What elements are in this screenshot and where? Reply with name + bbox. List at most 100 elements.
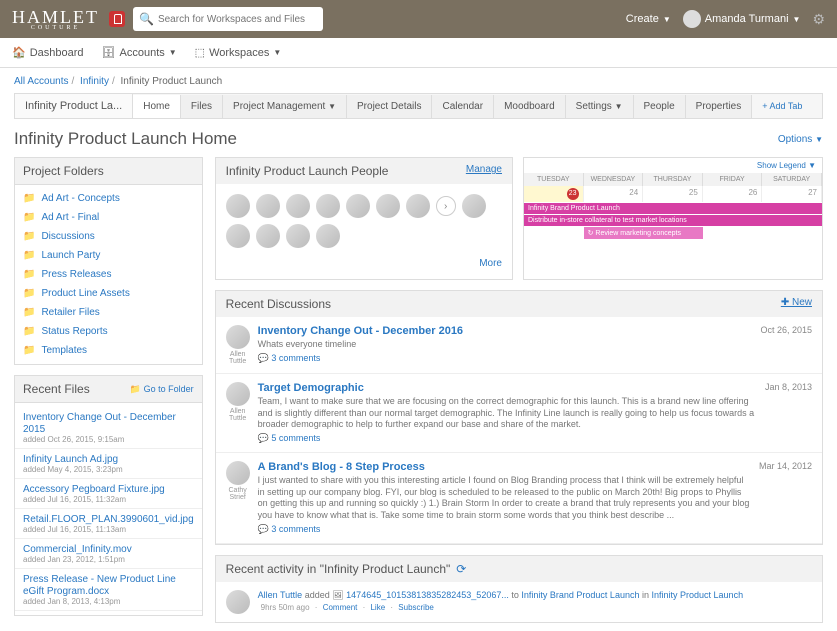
person-avatar[interactable] — [256, 194, 280, 218]
people-title: Infinity Product Launch People — [226, 164, 389, 178]
tab-people[interactable]: People — [634, 95, 686, 118]
comments-link[interactable]: 💬 3 comments — [258, 353, 753, 364]
search-icon: 🔍 — [139, 12, 154, 26]
discussion-date: Mar 14, 2012 — [759, 461, 812, 535]
person-avatar[interactable] — [406, 194, 430, 218]
people-more[interactable]: More — [226, 258, 502, 269]
folder-item[interactable]: 📁Launch Party — [15, 246, 202, 265]
people-next-icon[interactable]: › — [436, 196, 456, 216]
add-tab[interactable]: + Add Tab — [752, 95, 812, 117]
discussion-title[interactable]: Target Demographic — [258, 382, 757, 394]
folder-icon: 📁 — [23, 212, 35, 223]
refresh-icon[interactable]: ⟳ — [456, 562, 466, 576]
cal-day-cell[interactable]: 27 — [762, 186, 822, 202]
folder-icon: 📁 — [23, 269, 35, 280]
person-avatar[interactable] — [256, 224, 280, 248]
folder-item[interactable]: 📁Product Line Assets — [15, 284, 202, 303]
discussion-title[interactable]: Inventory Change Out - December 2016 — [258, 325, 753, 337]
tab-home[interactable]: Home — [133, 95, 181, 118]
person-avatar[interactable] — [286, 194, 310, 218]
folder-item[interactable]: 📁Status Reports — [15, 322, 202, 341]
cal-day-cell[interactable]: 23 — [524, 186, 584, 202]
gear-icon[interactable]: ⚙ — [812, 11, 825, 28]
activity-entry: Allen Tuttle added 🖼 1474645_10153813835… — [258, 590, 743, 614]
tab-files[interactable]: Files — [181, 95, 223, 118]
notification-icon[interactable] — [109, 11, 125, 27]
cube-icon: ⬚ — [195, 46, 205, 59]
breadcrumb-all[interactable]: All Accounts — [14, 76, 68, 87]
options-menu[interactable]: Options ▼ — [778, 134, 823, 145]
folder-item[interactable]: 📁Templates — [15, 341, 202, 360]
person-avatar[interactable] — [316, 194, 340, 218]
activity-user[interactable]: Allen Tuttle — [258, 590, 303, 600]
calendar-event[interactable]: Distribute in-store collateral to test m… — [524, 215, 822, 226]
recent-file[interactable]: Commercial_Infinity.movadded Jan 23, 201… — [15, 539, 202, 569]
cal-day-header: FRIDAY — [703, 173, 763, 186]
breadcrumb-current: Infinity Product Launch — [121, 76, 223, 87]
new-discussion[interactable]: ✚ New — [781, 297, 812, 311]
recent-file[interactable]: Press Release - New Product Line eGift P… — [15, 569, 202, 611]
nav-accounts[interactable]: 🗄Accounts▼ — [102, 46, 177, 59]
activity-file[interactable]: 1474645_10153813835282453_52067... — [346, 590, 509, 600]
folder-item[interactable]: 📁Discussions — [15, 227, 202, 246]
recent-file[interactable]: Retail.FLOOR_PLAN.3990601_vid.jpgadded J… — [15, 509, 202, 539]
breadcrumb-infinity[interactable]: Infinity — [80, 76, 109, 87]
comment-link[interactable]: Comment — [323, 603, 358, 612]
nav-dashboard[interactable]: 🏠Dashboard — [12, 46, 84, 59]
tab-details[interactable]: Project Details — [347, 95, 432, 118]
cal-day-header: WEDNESDAY — [584, 173, 644, 186]
person-avatar[interactable] — [346, 194, 370, 218]
discussion-title[interactable]: A Brand's Blog - 8 Step Process — [258, 461, 751, 473]
search-box[interactable]: 🔍 — [133, 7, 323, 31]
goto-folder[interactable]: 📁 Go to Folder — [130, 384, 194, 395]
tab-moodboard[interactable]: Moodboard — [494, 95, 566, 118]
search-input[interactable] — [158, 14, 317, 25]
recent-file[interactable]: Infinity Launch Ad.jpgadded May 4, 2015,… — [15, 449, 202, 479]
subscribe-link[interactable]: Subscribe — [398, 603, 434, 612]
cal-day-cell[interactable]: 25 — [643, 186, 703, 202]
comments-link[interactable]: 💬 5 comments — [258, 433, 757, 444]
calendar-event[interactable]: ↻ Review marketing concepts — [584, 227, 703, 239]
recent-file[interactable]: Inventory Change Out - December 2015adde… — [15, 407, 202, 449]
folder-item[interactable]: 📁Ad Art - Concepts — [15, 189, 202, 208]
recent-file[interactable]: Accessory Pegboard Fixture.jpgadded Jul … — [15, 479, 202, 509]
discussions-title: Recent Discussions — [226, 297, 331, 311]
logo[interactable]: HAMLET COUTURE — [12, 7, 99, 31]
person-avatar[interactable] — [316, 224, 340, 248]
sidebar: Project Folders 📁Ad Art - Concepts📁Ad Ar… — [14, 157, 203, 623]
nav-workspaces[interactable]: ⬚Workspaces▼ — [195, 46, 282, 59]
folder-item[interactable]: 📁Press Releases — [15, 265, 202, 284]
discussion-date: Oct 26, 2015 — [760, 325, 812, 365]
tab-pm[interactable]: Project Management ▼ — [223, 95, 347, 118]
activity-workspace[interactable]: Infinity Product Launch — [652, 590, 744, 600]
tabs: Infinity Product La... Home Files Projec… — [14, 93, 823, 119]
folder-item[interactable]: 📁Ad Art - Final — [15, 208, 202, 227]
tab-properties[interactable]: Properties — [686, 95, 753, 118]
cal-day-cell[interactable]: 26 — [703, 186, 763, 202]
person-avatar[interactable] — [376, 194, 400, 218]
activity-title: Recent activity in "Infinity Product Lau… — [226, 562, 451, 576]
person-avatar[interactable] — [226, 194, 250, 218]
person-avatar[interactable] — [286, 224, 310, 248]
cal-day-cell[interactable]: 24 — [584, 186, 644, 202]
tab-calendar[interactable]: Calendar — [432, 95, 494, 118]
like-link[interactable]: Like — [370, 603, 385, 612]
calendar-event[interactable]: Infinity Brand Product Launch — [524, 203, 822, 214]
folder-icon: 📁 — [23, 231, 35, 242]
tab-settings[interactable]: Settings ▼ — [566, 95, 634, 118]
activity-folder[interactable]: Infinity Brand Product Launch — [521, 590, 639, 600]
activity-panel: Recent activity in "Infinity Product Lau… — [215, 555, 823, 623]
activity-time: 9hrs 50m ago — [261, 603, 310, 612]
person-avatar[interactable] — [226, 224, 250, 248]
create-menu[interactable]: Create▼ — [626, 13, 671, 25]
discussions-panel: Recent Discussions ✚ New Allen TuttleInv… — [215, 290, 823, 545]
avatar — [226, 590, 250, 614]
people-panel: Infinity Product Launch People Manage › — [215, 157, 513, 280]
comments-link[interactable]: 💬 3 comments — [258, 524, 751, 535]
person-avatar[interactable] — [462, 194, 486, 218]
folder-item[interactable]: 📁Retailer Files — [15, 303, 202, 322]
show-legend[interactable]: Show Legend ▼ — [524, 158, 822, 173]
manage-link[interactable]: Manage — [466, 164, 502, 178]
calendar-panel: Show Legend ▼ TUESDAYWEDNESDAYTHURSDAYFR… — [523, 157, 823, 280]
user-menu[interactable]: Amanda Turmani▼ — [683, 10, 801, 28]
